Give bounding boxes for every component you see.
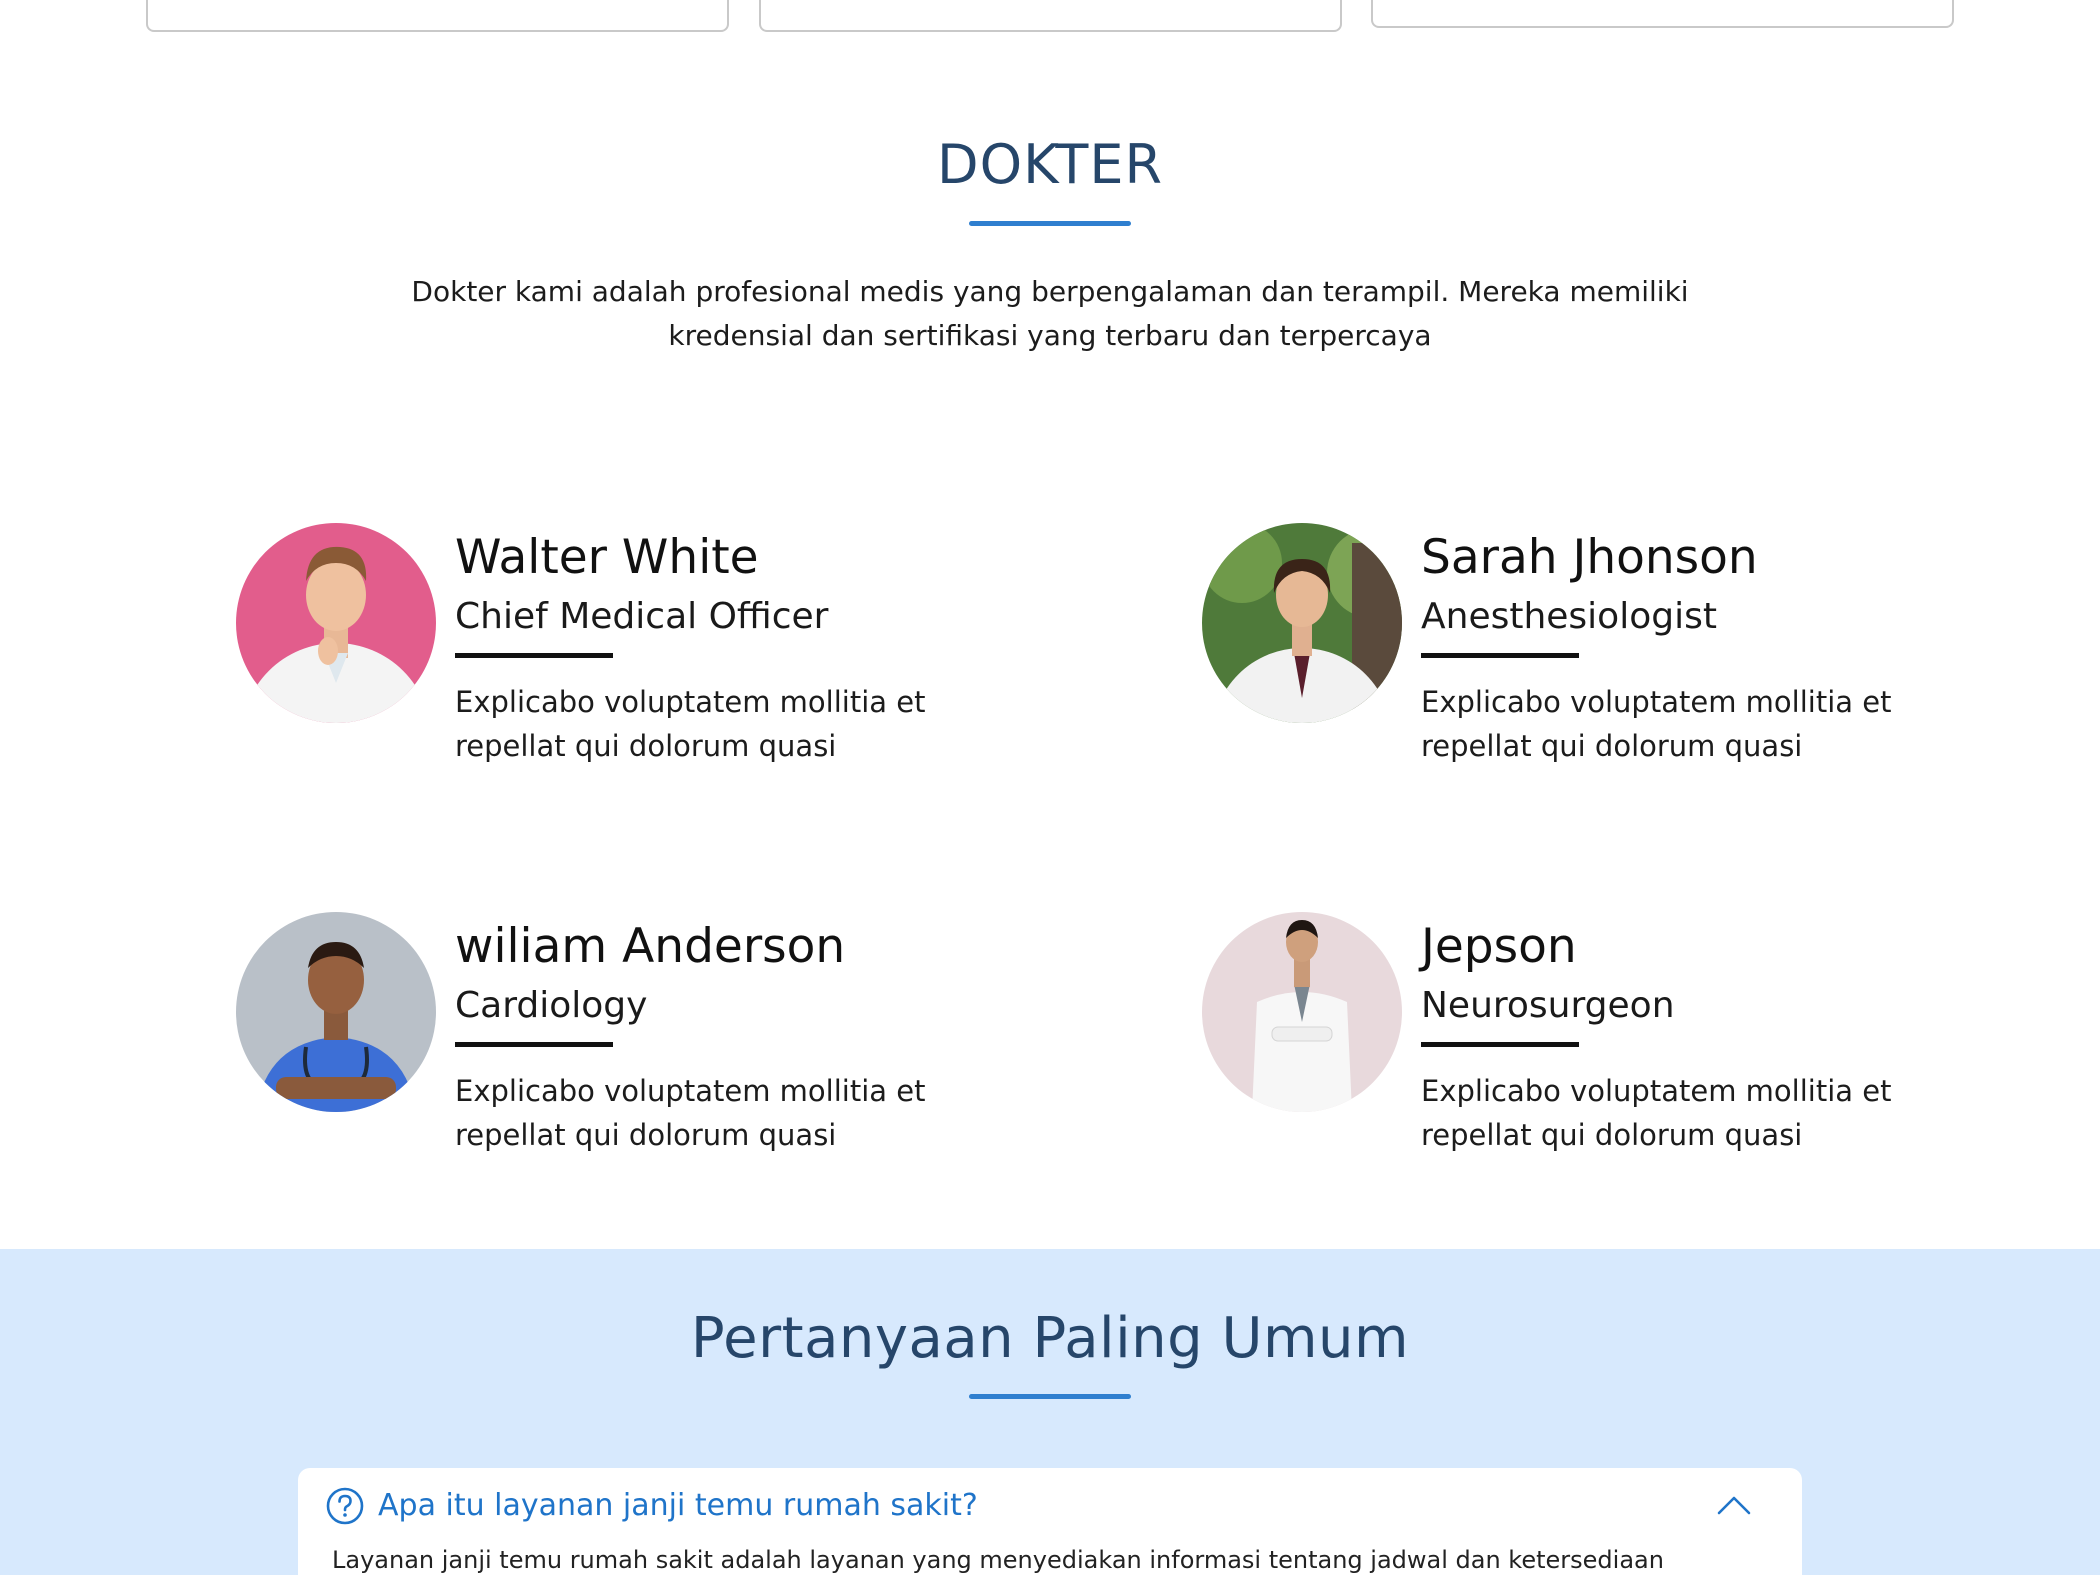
doctors-section-title: DOKTER <box>937 133 1163 196</box>
faq-section-title: Pertanyaan Paling Umum <box>690 1306 1410 1371</box>
doctor-role: Cardiology <box>455 985 648 1026</box>
doctor-photo <box>236 523 436 723</box>
doctor-photo <box>1202 912 1402 1112</box>
doctor-role: Neurosurgeon <box>1421 985 1675 1026</box>
chevron-up-icon[interactable] <box>1716 1490 1752 1520</box>
previous-section-card <box>1371 0 1954 28</box>
page: DOKTER Dokter kami adalah profesional me… <box>0 0 2100 1575</box>
doctor-card: Sarah Jhonson Anesthesiologist Explicabo… <box>1202 522 2100 782</box>
doctor-description: Explicabo voluptatem mollitia et repella… <box>455 685 926 763</box>
doctor-divider <box>1421 653 1579 658</box>
doctor-role: Anesthesiologist <box>1421 596 1717 637</box>
doctor-photo <box>1202 523 1402 723</box>
doctor-description: Explicabo voluptatem mollitia et repella… <box>1421 1074 1892 1152</box>
doctor-divider <box>455 653 613 658</box>
doctor-name: Walter White <box>455 530 759 585</box>
faq-item[interactable]: Apa itu layanan janji temu rumah sakit? … <box>298 1468 1802 1575</box>
doctor-name: wiliam Anderson <box>455 919 846 974</box>
previous-section-card <box>146 0 729 32</box>
faq-question[interactable]: Apa itu layanan janji temu rumah sakit? <box>378 1488 978 1523</box>
doctor-description: Explicabo voluptatem mollitia et repella… <box>1421 685 1892 763</box>
doctor-name: Jepson <box>1421 919 1577 974</box>
title-underline <box>969 1394 1131 1399</box>
doctor-description: Explicabo voluptatem mollitia et repella… <box>455 1074 926 1152</box>
doctor-card: Walter White Chief Medical Officer Expli… <box>236 522 1136 782</box>
doctor-card: wiliam Anderson Cardiology Explicabo vol… <box>236 911 1136 1171</box>
question-circle-icon <box>325 1486 365 1526</box>
doctor-name: Sarah Jhonson <box>1421 530 1758 585</box>
doctor-photo <box>236 912 436 1112</box>
doctors-section-description: Dokter kami adalah profesional medis yan… <box>411 275 1689 352</box>
doctor-divider <box>455 1042 613 1047</box>
previous-section-card <box>759 0 1342 32</box>
faq-answer: Layanan janji temu rumah sakit adalah la… <box>332 1546 1664 1574</box>
doctor-divider <box>1421 1042 1579 1047</box>
title-underline <box>969 221 1131 226</box>
doctor-card: Jepson Neurosurgeon Explicabo voluptatem… <box>1202 911 2100 1171</box>
doctor-role: Chief Medical Officer <box>455 596 829 637</box>
